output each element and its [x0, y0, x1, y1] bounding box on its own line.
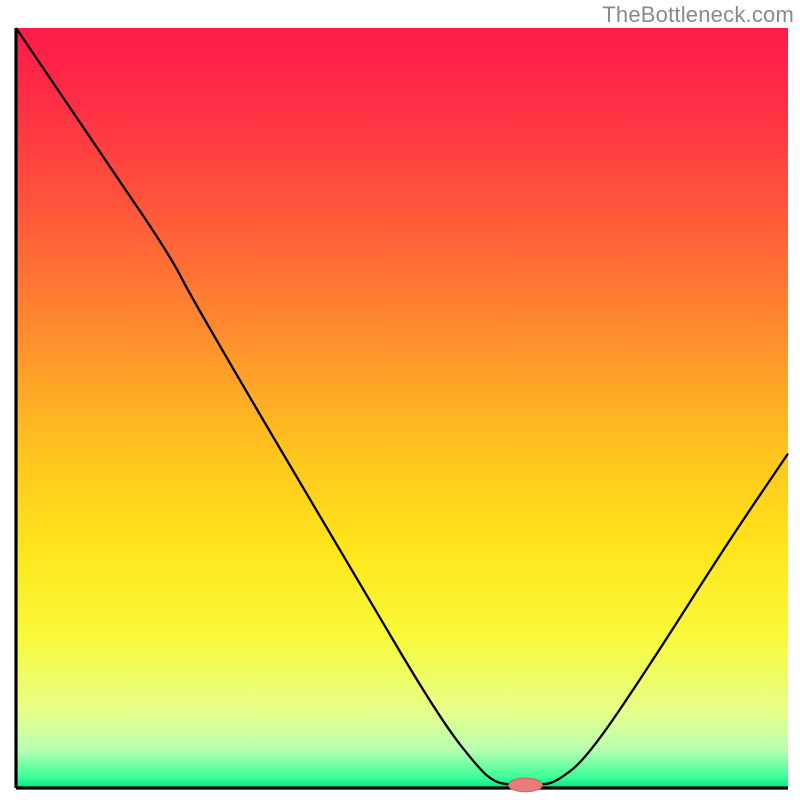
optimal-marker	[509, 778, 543, 792]
gradient-background	[16, 28, 788, 788]
chart-svg	[0, 0, 800, 800]
bottleneck-chart: TheBottleneck.com	[0, 0, 800, 800]
